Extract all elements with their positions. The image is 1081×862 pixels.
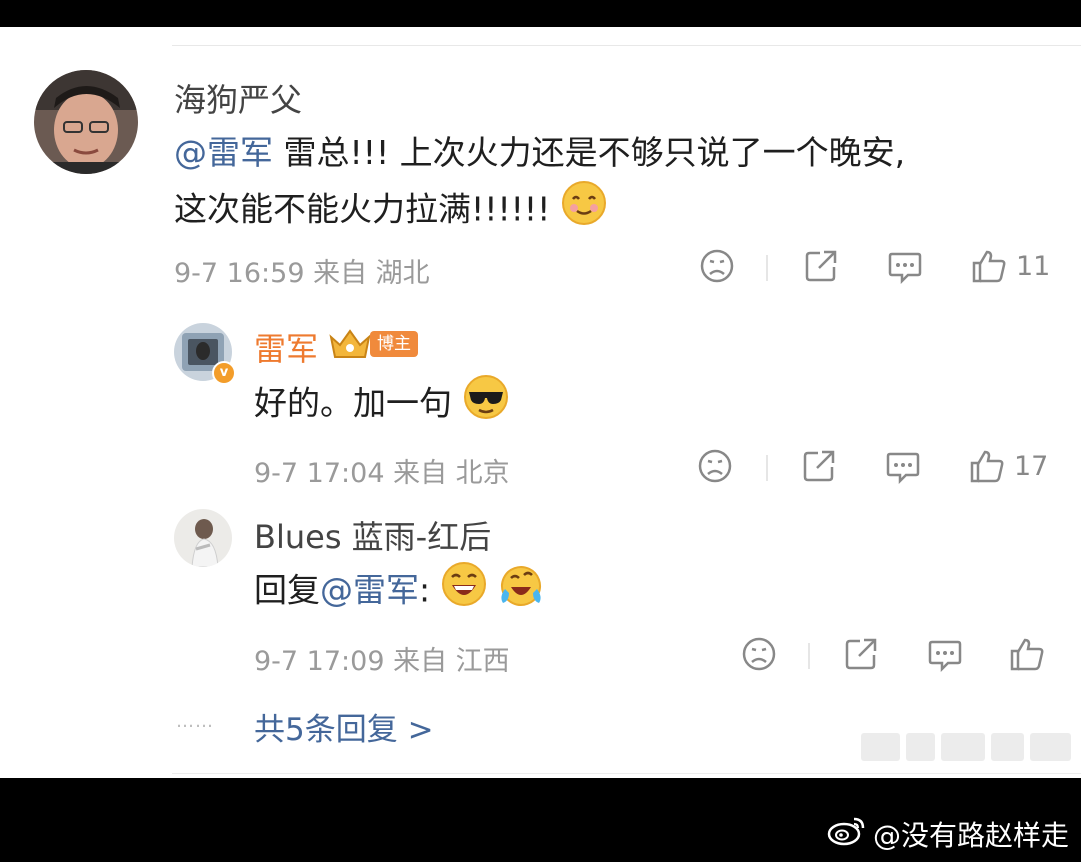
divider (766, 255, 768, 281)
comment-icon[interactable] (926, 635, 964, 673)
avatar[interactable] (34, 70, 138, 174)
reply-meta: 9-7 17:04 来自 北京 (254, 451, 510, 490)
frown-icon[interactable] (740, 635, 778, 673)
like-count: 11 (1016, 250, 1051, 282)
avatar[interactable] (174, 509, 232, 567)
more-replies-link[interactable]: 共5条回复 > (254, 704, 434, 749)
reply-prefix: 回复 (254, 570, 320, 610)
comment-actions: 11 (698, 247, 1058, 287)
frown-icon[interactable] (698, 247, 736, 285)
divider (172, 45, 1081, 46)
comment-location: 来自 湖北 (313, 258, 430, 289)
smile-emoji-icon (561, 180, 607, 242)
reply-location: 来自 北京 (393, 458, 510, 489)
like-button[interactable] (1008, 635, 1046, 673)
frown-icon[interactable] (696, 447, 734, 485)
tears-of-joy-emoji-icon (497, 561, 545, 623)
reply-author[interactable]: Blues 蓝雨-红后 (254, 512, 491, 558)
comment-text-line1: 雷总!!! 上次火力还是不够只说了一个晚安, (273, 133, 906, 172)
like-button[interactable]: 17 (968, 447, 1048, 485)
reply-time: 9-7 17:04 (254, 458, 385, 489)
reply-actions (740, 635, 1060, 675)
more-dots: …… (176, 711, 214, 732)
reply-text: 好的。加一句 (254, 374, 509, 436)
comment-time: 9-7 16:59 (174, 258, 305, 289)
crown-icon (329, 329, 371, 358)
reply-text: 回复@雷军: (254, 561, 545, 623)
comment-text: @雷军 雷总!!! 上次火力还是不够只说了一个晚安, (174, 126, 905, 180)
reply-author[interactable]: 雷军 (254, 324, 318, 370)
share-icon[interactable] (800, 447, 838, 485)
reply-text-content: 好的。加一句 (254, 383, 452, 423)
comment-text-line2: 这次能不能火力拉满!!!!!! (174, 189, 561, 229)
sunglasses-emoji-icon (463, 374, 509, 436)
reply-meta: 9-7 17:09 来自 江西 (254, 639, 510, 678)
comment-author[interactable]: 海狗严父 (174, 75, 302, 121)
comment-icon[interactable] (884, 447, 922, 485)
watermark: @没有路赵样走 (827, 813, 1069, 854)
divider (766, 455, 768, 481)
like-icon (968, 447, 1006, 485)
reply-time: 9-7 17:09 (254, 646, 385, 677)
like-count: 17 (1014, 450, 1049, 482)
watermark-text: @没有路赵样走 (872, 818, 1069, 852)
laughing-emoji-icon (441, 561, 487, 623)
divider (808, 643, 810, 669)
blogger-badge: 博主 (328, 327, 418, 361)
verified-badge: v (212, 361, 236, 385)
comment-panel: 海狗严父 @雷军 雷总!!! 上次火力还是不够只说了一个晚安, 这次能不能火力拉… (0, 27, 1081, 778)
like-icon (1008, 635, 1046, 673)
share-icon[interactable] (842, 635, 880, 673)
mention-link[interactable]: @雷军 (174, 133, 273, 172)
reply-actions: 17 (696, 447, 1056, 487)
mention-link[interactable]: @雷军 (320, 571, 419, 610)
like-icon (970, 247, 1008, 285)
blurred-watermark (861, 733, 1071, 763)
share-icon[interactable] (802, 247, 840, 285)
reply-location: 来自 江西 (393, 646, 510, 677)
reply-suffix: : (419, 570, 431, 610)
like-button[interactable]: 11 (970, 247, 1050, 285)
comment-meta: 9-7 16:59 来自 湖北 (174, 251, 430, 290)
blogger-label: 博主 (370, 331, 418, 357)
comment-icon[interactable] (886, 247, 924, 285)
weibo-logo-icon (827, 813, 867, 854)
comment-text-2: 这次能不能火力拉满!!!!!! (174, 180, 607, 242)
divider (172, 773, 1081, 774)
